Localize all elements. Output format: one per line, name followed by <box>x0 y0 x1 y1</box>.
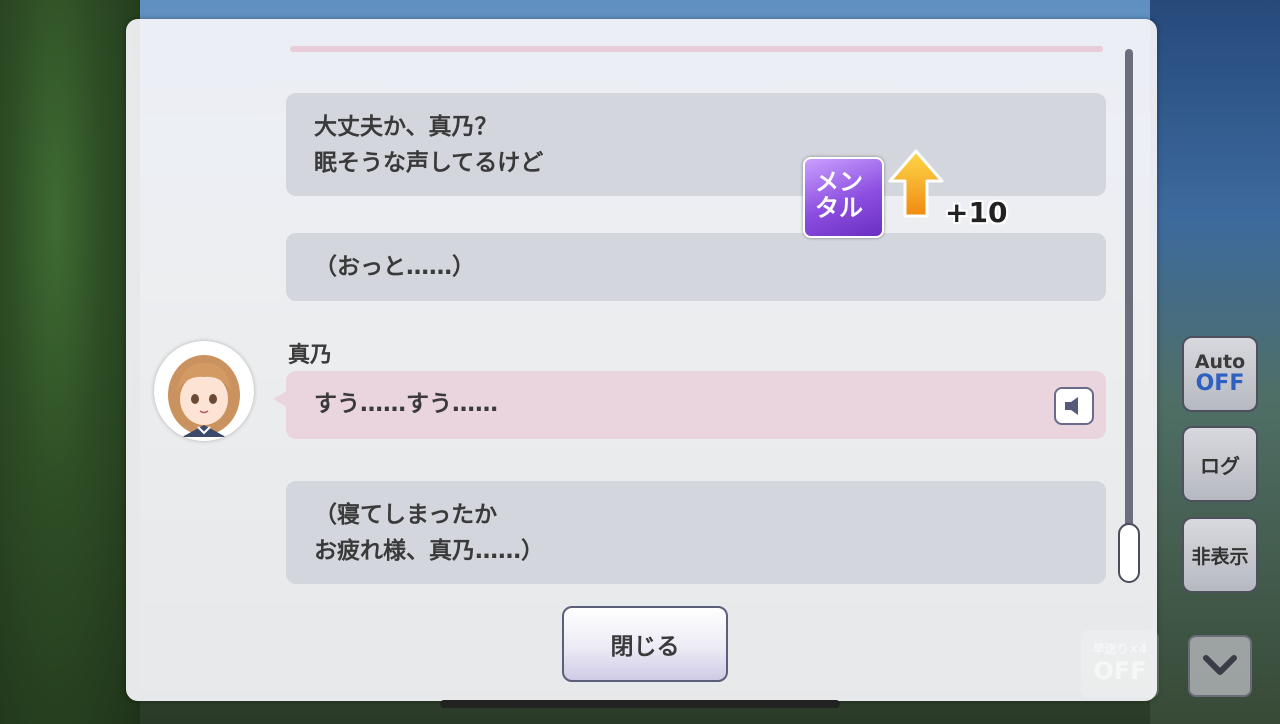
message-line: お疲れ様、真乃……） <box>314 538 544 564</box>
home-indicator <box>440 700 840 708</box>
collapse-button[interactable] <box>1188 635 1252 697</box>
background-trees <box>0 0 140 724</box>
previous-message-edge <box>290 46 1103 52</box>
fast-forward-label: 早送り×4 <box>1092 642 1148 656</box>
close-button[interactable]: 閉じる <box>562 606 728 682</box>
auto-toggle-button[interactable]: Auto OFF <box>1182 336 1258 412</box>
badge-line: タル <box>815 194 863 222</box>
speech-tail <box>273 391 287 407</box>
speaker-icon <box>1065 397 1078 415</box>
message-line: すう……すう…… <box>314 391 498 417</box>
message-line: 眠そうな声してるけど <box>314 150 544 176</box>
chevron-down-icon <box>1203 655 1237 675</box>
auto-state: OFF <box>1195 371 1245 396</box>
fast-forward-state: OFF <box>1093 657 1147 685</box>
message-bubble: （寝てしまったか お疲れ様、真乃……） <box>286 481 1106 584</box>
message-line: （寝てしまったか <box>314 502 498 528</box>
scrollbar-thumb[interactable] <box>1118 523 1140 583</box>
badge-line: メン <box>815 168 863 196</box>
mental-stat-badge: メン タル <box>803 157 884 238</box>
speaker-message-bubble: すう……すう…… <box>286 371 1106 439</box>
message-log-panel: 大丈夫か、真乃？ 眠そうな声してるけど （おっと……） 真乃 すう……すう…… … <box>126 19 1157 701</box>
message-line: （おっと……） <box>314 254 475 280</box>
auto-label: Auto <box>1194 351 1246 373</box>
speaker-avatar <box>154 341 254 441</box>
log-button[interactable]: ログ <box>1182 426 1258 502</box>
up-arrow-icon <box>888 149 944 218</box>
hide-ui-button[interactable]: 非表示 <box>1182 517 1258 593</box>
speaker-name: 真乃 <box>288 343 333 368</box>
scrollbar-track[interactable] <box>1125 49 1133 569</box>
message-bubble: 大丈夫か、真乃？ 眠そうな声してるけど <box>286 93 1106 196</box>
fast-forward-indicator[interactable]: 早送り×4 OFF <box>1081 630 1159 698</box>
message-bubble: （おっと……） <box>286 233 1106 301</box>
voice-playback-button[interactable] <box>1054 387 1094 425</box>
message-line: 大丈夫か、真乃？ <box>314 114 498 140</box>
stat-increase-value: +10 <box>945 196 1008 229</box>
